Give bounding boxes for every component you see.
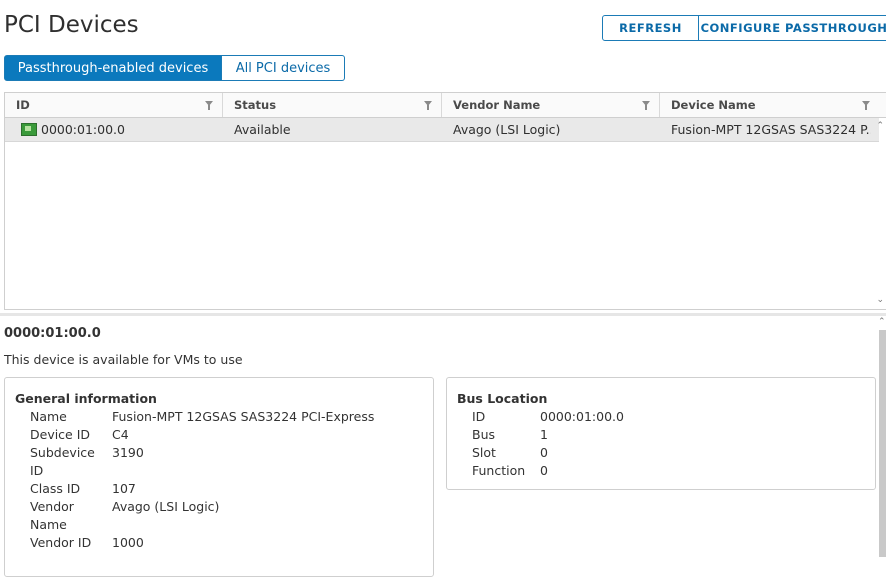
filter-icon[interactable] (424, 101, 432, 110)
detail-description: This device is available for VMs to use (4, 352, 243, 367)
cell-device: Fusion-MPT 12GSAS SAS3224 P... (671, 122, 871, 137)
cell-status: Available (234, 122, 291, 137)
field-label: Vendor ID (30, 535, 92, 550)
table-row[interactable]: 0000:01:00.0 Available Avago (LSI Logic)… (5, 118, 879, 142)
device-filter-tabs: Passthrough-enabled devices All PCI devi… (4, 55, 345, 81)
refresh-button[interactable]: REFRESH (602, 15, 699, 41)
detail-scroll-up-icon[interactable]: ⌃ (878, 317, 886, 327)
field-value: 107 (112, 481, 136, 496)
pci-device-grid: ID Status Vendor Name Device Name 0000:0… (4, 92, 886, 310)
column-header-id[interactable]: ID (5, 93, 223, 117)
field-label: Class ID (30, 481, 81, 496)
column-header-vendor-name[interactable]: Vendor Name (442, 93, 660, 117)
tab-passthrough-enabled[interactable]: Passthrough-enabled devices (4, 55, 222, 81)
pci-card-icon (21, 123, 37, 136)
scroll-down-icon[interactable]: ⌄ (876, 295, 884, 305)
field-value: 0 (540, 445, 548, 460)
scroll-up-icon[interactable]: ⌃ (876, 121, 884, 131)
field-label: ID (472, 409, 486, 424)
filter-icon[interactable] (862, 101, 870, 110)
field-value: 1000 (112, 535, 144, 550)
field-label: Slot (472, 445, 496, 460)
card-title: Bus Location (457, 391, 548, 406)
column-header-label: ID (16, 98, 30, 112)
filter-icon[interactable] (205, 101, 213, 110)
toolbar: REFRESH CONFIGURE PASSTHROUGH (602, 15, 886, 41)
card-title: General information (15, 391, 157, 406)
column-header-label: Vendor Name (453, 98, 541, 112)
column-header-label: Device Name (671, 98, 756, 112)
field-value: 1 (540, 427, 548, 442)
detail-title: 0000:01:00.0 (4, 326, 101, 341)
page-title: PCI Devices (4, 12, 139, 38)
field-label: Vendor Name (30, 499, 74, 532)
field-label: Name (30, 409, 67, 424)
field-value: 0 (540, 463, 548, 478)
column-header-device-name[interactable]: Device Name (660, 93, 879, 117)
field-label: Function (472, 463, 526, 478)
cell-id-text: 0000:01:00.0 (41, 122, 125, 137)
field-value: C4 (112, 427, 129, 442)
field-value: Avago (LSI Logic) (112, 499, 220, 514)
field-label: Subdevice ID (30, 445, 95, 478)
cell-id: 0000:01:00.0 (21, 118, 221, 141)
configure-passthrough-button[interactable]: CONFIGURE PASSTHROUGH (699, 15, 886, 41)
bus-location-card: Bus Location ID 0000:01:00.0 Bus 1 Slot … (446, 377, 876, 490)
column-header-label: Status (234, 98, 277, 112)
field-label: Bus (472, 427, 496, 442)
field-value: 3190 (112, 445, 144, 460)
detail-scrollbar[interactable] (879, 330, 886, 557)
grid-header: ID Status Vendor Name Device Name (5, 93, 886, 118)
column-header-status[interactable]: Status (223, 93, 442, 117)
field-value: Fusion-MPT 12GSAS SAS3224 PCI-Express (112, 409, 375, 424)
tab-all-pci-devices[interactable]: All PCI devices (222, 55, 345, 81)
cell-vendor: Avago (LSI Logic) (453, 122, 561, 137)
field-label: Device ID (30, 427, 91, 442)
splitter[interactable] (0, 313, 886, 316)
general-information-card: General information Name Fusion-MPT 12GS… (4, 377, 434, 577)
field-value: 0000:01:00.0 (540, 409, 624, 424)
filter-icon[interactable] (642, 101, 650, 110)
